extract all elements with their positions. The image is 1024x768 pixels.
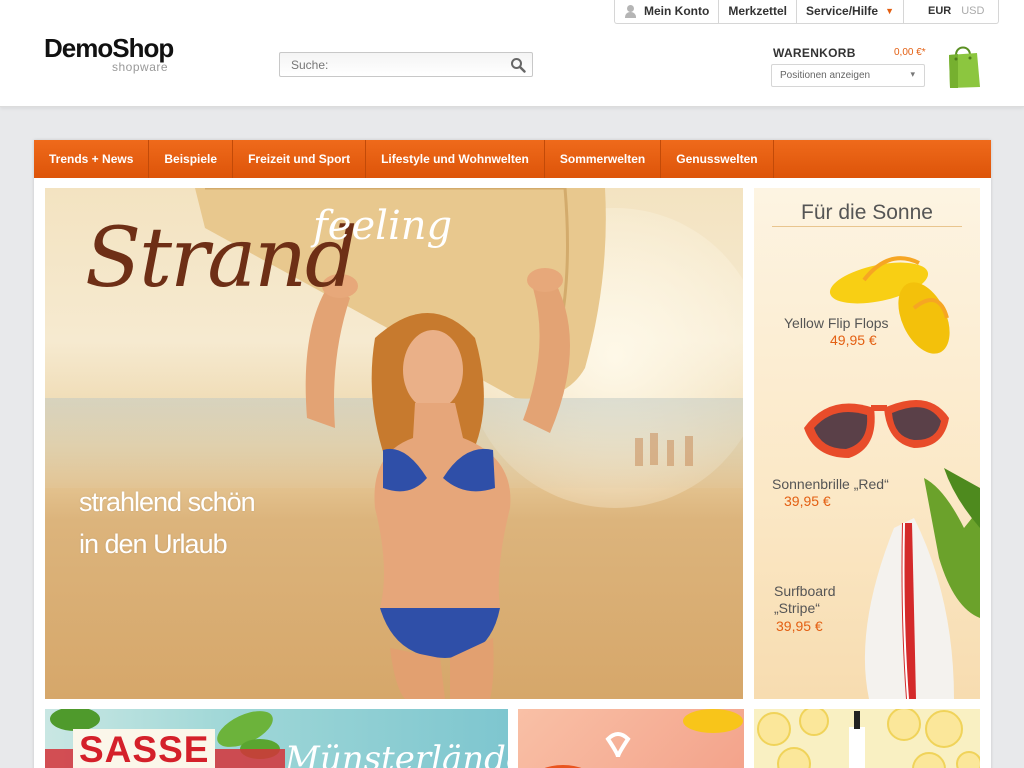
search-input[interactable]: Suche: [279, 52, 533, 77]
wishlist-label: Merkzettel [728, 4, 788, 18]
hero-script-subtitle: feeling [313, 203, 453, 249]
cart-amount: 0,00 €* [894, 47, 926, 58]
cart-select-label: Positionen anzeigen [780, 70, 871, 81]
side-banner[interactable]: Für die Sonne Yellow Flip Flops 49,95 € … [754, 188, 980, 699]
chevron-down-icon: ▼ [885, 6, 894, 16]
side-banner-title: Für die Sonne [801, 201, 933, 224]
hero-tagline-line2: in den Urlaub [79, 529, 228, 559]
cart-label[interactable]: WARENKORB [773, 46, 856, 60]
account-label: Mein Konto [644, 4, 710, 18]
currency-eur[interactable]: EUR [928, 0, 951, 23]
cart-positions-dropdown[interactable]: Positionen anzeigen ▾ [771, 64, 925, 87]
sunglasses-image [804, 400, 949, 458]
nav-item-beispiele[interactable]: Beispiele [149, 140, 234, 178]
hero-banner[interactable]: Strand feeling strahlend schön in den Ur… [45, 188, 743, 699]
chevron-down-icon: ▾ [910, 69, 915, 79]
teaser-flip-flops[interactable] [518, 709, 744, 768]
wishlist-link[interactable]: Merkzettel [719, 0, 798, 23]
apple-slices-image [757, 709, 980, 768]
nav-item-freizeit[interactable]: Freizeit und Sport [233, 140, 367, 178]
content-area: Trends + News Beispiele Freizeit und Spo… [34, 140, 991, 768]
logo-subtitle: shopware [112, 60, 169, 74]
product-price-surfboard: 39,95 € [776, 618, 823, 634]
teaser-brand: SASSE [73, 729, 216, 768]
main-navigation: Trends + News Beispiele Freizeit und Spo… [34, 140, 991, 178]
product-price-sunglasses: 39,95 € [784, 493, 831, 509]
product-name-surfboard-line2: „Stripe“ [774, 600, 820, 616]
search-placeholder: Suche: [291, 58, 329, 72]
header: Mein Konto Merkzettel Service/Hilfe ▼ EU… [0, 0, 1024, 107]
teaser-apples[interactable] [754, 709, 980, 768]
currency-usd[interactable]: USD [961, 0, 984, 23]
product-name-surfboard-line1: Surfboard [774, 583, 836, 599]
side-divider [772, 226, 962, 227]
nav-item-lifestyle[interactable]: Lifestyle und Wohnwelten [366, 140, 545, 178]
nav-item-sommerwelten[interactable]: Sommerwelten [545, 140, 662, 178]
currency-switch: EUR USD [904, 0, 998, 23]
shop-logo[interactable]: DemoShop shopware [44, 33, 174, 74]
product-name-flip-flops[interactable]: Yellow Flip Flops [784, 315, 889, 332]
product-name-surfboard[interactable]: Surfboard „Stripe“ [774, 583, 835, 617]
search-icon[interactable] [510, 57, 526, 73]
top-bar: Mein Konto Merkzettel Service/Hilfe ▼ EU… [614, 0, 1000, 24]
user-icon [624, 5, 637, 18]
nav-item-genusswelten[interactable]: Genusswelten [661, 140, 774, 178]
service-menu[interactable]: Service/Hilfe ▼ [797, 0, 904, 23]
surfboard-image [864, 468, 980, 699]
shopping-bag-icon[interactable] [946, 41, 980, 89]
hero-tagline: strahlend schön in den Urlaub [79, 481, 256, 565]
nav-item-trends[interactable]: Trends + News [34, 140, 150, 178]
teaser-sasse[interactable]: SASSE Münsterländer [45, 709, 508, 768]
teaser-headline: Münsterländer [285, 739, 508, 768]
hero-tagline-line1: strahlend schön [79, 487, 256, 517]
product-price-flip-flops: 49,95 € [830, 332, 877, 348]
logo-title: DemoShop [44, 33, 174, 63]
flip-flops-teaser-image [544, 709, 743, 768]
service-label: Service/Hilfe [806, 4, 879, 18]
account-link[interactable]: Mein Konto [615, 0, 720, 23]
